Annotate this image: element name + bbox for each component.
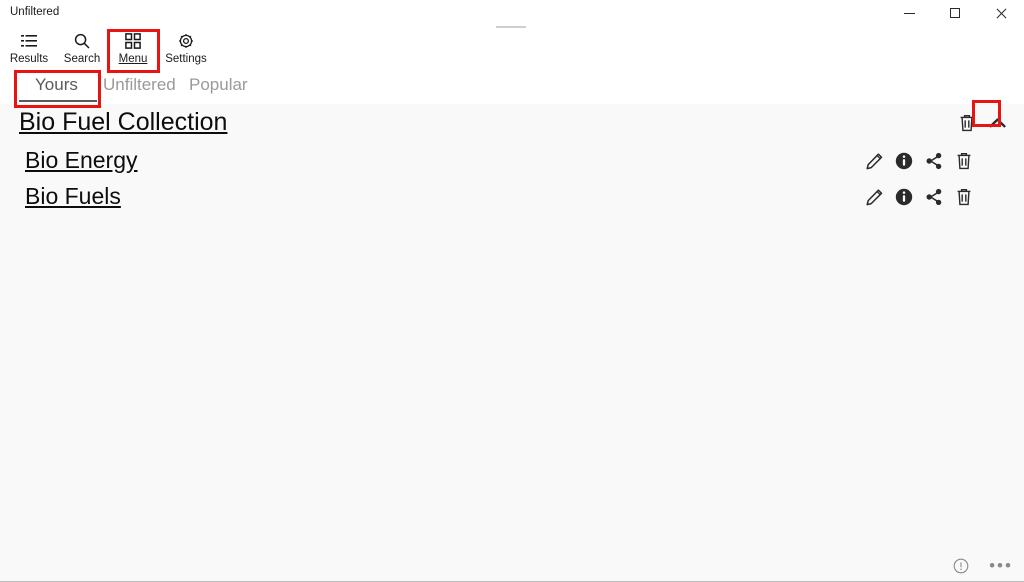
minimize-button[interactable]	[886, 0, 932, 26]
info-circle-icon	[953, 558, 969, 574]
collection-delete-button[interactable]	[952, 110, 982, 136]
share-icon	[926, 152, 942, 170]
collection-title[interactable]: Bio Fuel Collection	[19, 106, 227, 138]
tab-popular[interactable]: Popular	[189, 74, 248, 96]
info-icon	[895, 152, 913, 170]
status-more-button[interactable]: •••	[988, 555, 1014, 577]
app-window: Unfiltered Results Search Menu Settings …	[0, 0, 1024, 582]
command-results-label: Results	[9, 53, 49, 65]
chevron-up-icon	[988, 118, 1006, 128]
status-more-label: •••	[989, 556, 1013, 575]
trash-icon	[960, 115, 974, 132]
tab-selection-underline	[19, 100, 97, 102]
list-item-edit-button[interactable]	[859, 148, 889, 174]
tab-yours[interactable]: Yours	[35, 74, 78, 96]
list-item-actions	[859, 147, 979, 175]
status-bar: •••	[0, 551, 1024, 581]
status-info-button[interactable]	[948, 555, 974, 577]
pencil-icon	[865, 152, 882, 169]
list-item-delete-button[interactable]	[949, 184, 979, 210]
trash-icon	[957, 189, 971, 206]
collection-collapse-button[interactable]	[982, 110, 1012, 136]
search-icon	[74, 32, 90, 50]
content-area: Bio Fuel Collection Bio Energy Bio Fuels…	[0, 104, 1024, 582]
command-bar: Results Search Menu Settings	[0, 28, 1024, 72]
list-item: Bio Fuels	[0, 180, 1024, 214]
list-item-edit-button[interactable]	[859, 184, 889, 210]
list-item-info-button[interactable]	[889, 148, 919, 174]
list-item-share-button[interactable]	[919, 184, 949, 210]
list-item-share-button[interactable]	[919, 148, 949, 174]
command-menu-label: Menu	[118, 53, 148, 65]
command-menu[interactable]: Menu	[108, 32, 158, 72]
command-settings[interactable]: Settings	[160, 32, 212, 72]
grid-icon	[125, 32, 141, 50]
window-title: Unfiltered	[10, 6, 60, 18]
list-item: Bio Energy	[0, 144, 1024, 178]
maximize-icon	[950, 8, 960, 18]
list-item-title[interactable]: Bio Fuels	[25, 180, 121, 212]
list-icon	[21, 32, 37, 50]
list-item-actions	[859, 183, 979, 211]
pencil-icon	[865, 188, 882, 205]
collection-actions	[952, 109, 1012, 137]
gear-icon	[178, 32, 194, 50]
maximize-button[interactable]	[932, 0, 978, 26]
trash-icon	[957, 153, 971, 170]
list-item-info-button[interactable]	[889, 184, 919, 210]
list-item-delete-button[interactable]	[949, 148, 979, 174]
minimize-icon	[903, 12, 915, 14]
share-icon	[926, 188, 942, 206]
command-search-label: Search	[63, 53, 101, 65]
tab-bar: Yours Unfiltered Popular	[0, 74, 1024, 104]
title-bar: Unfiltered	[0, 0, 1024, 26]
close-button[interactable]	[978, 0, 1024, 26]
collection-row: Bio Fuel Collection	[0, 106, 1024, 140]
list-item-title[interactable]: Bio Energy	[25, 144, 138, 176]
command-results[interactable]: Results	[4, 32, 54, 72]
tab-unfiltered[interactable]: Unfiltered	[103, 74, 176, 96]
info-icon	[895, 188, 913, 206]
command-search[interactable]: Search	[57, 32, 107, 72]
command-settings-label: Settings	[165, 53, 207, 65]
close-icon	[995, 7, 1007, 19]
